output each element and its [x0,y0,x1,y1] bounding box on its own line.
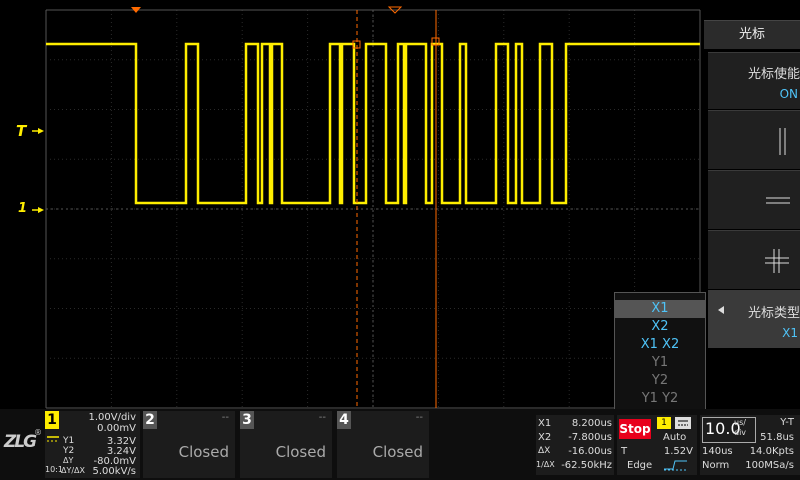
ch1-offset: 0.00mV [97,423,136,434]
trigger-level: 1.52V [663,446,693,457]
ch2-status: Closed [178,443,229,461]
ch4-vdiv: -- [415,412,423,423]
cursor-type-option-x1x2[interactable]: X1 X2 [615,336,705,354]
dc-coupling-icon [675,417,691,429]
display-mode: Y-T [780,417,794,428]
trigger-level-label: T [16,122,27,140]
ch4-number: 4 [337,411,351,429]
ch4-status: Closed [372,443,423,461]
cursor-inv-value: -62.50kHz [561,460,612,471]
trigger-delay: 140us [702,446,733,457]
trigger-level-arrow-icon [38,128,44,134]
dc-coupling-icon [47,436,59,442]
trigger-type: Edge [627,460,653,471]
ch1-dydx-value: 5.00kV/s [92,466,136,477]
cursor-x1-value: 8.200us [571,418,612,429]
ch2-number: 2 [143,411,157,429]
memory-depth: 14.0Kpts [749,446,794,457]
cursor-type-button[interactable]: 光标类型 X1 [708,290,800,348]
rising-edge-icon [664,460,688,471]
ch3-panel[interactable]: 3 -- Closed [240,411,332,478]
triangle-left-icon [718,306,724,314]
horizontal-cursor-button[interactable] [708,170,800,229]
trigger-panel[interactable]: Stop 1 Auto T 1.52V Edge [617,415,697,475]
cursor-type-option-y2[interactable]: Y2 [615,372,705,390]
cursor-readout-panel: X1 8.200us X2 -7.800us ΔX -16.00us 1/ΔX … [536,415,614,475]
ch1-number: 1 [45,411,59,429]
ch3-number: 3 [240,411,254,429]
cursor-enable-button[interactable]: 光标使能 ON [708,52,800,109]
cursor-type-option-x2[interactable]: X2 [615,318,705,336]
ch2-panel[interactable]: 2 -- Closed [143,411,235,478]
ch1-ground-label: 1 [18,201,28,216]
ch4-panel[interactable]: 4 -- Closed [337,411,429,478]
timebase-panel[interactable]: 10.0 us/ div Y-T 51.8us 140us 14.0Kpts N… [700,415,800,475]
trigger-mode: Auto [663,432,687,443]
cursor-enable-label: 光标使能 [747,67,800,82]
menu-title: 光标 [704,20,800,49]
cursor-type-option-x1[interactable]: X1 [615,300,705,318]
brand-logo: ZLG ® [4,428,42,452]
ch1-vdiv: 1.00V/div [88,412,136,423]
horizontal-position: 51.8us [760,432,794,443]
ch2-vdiv: -- [221,412,229,423]
cursor-type-option-y1[interactable]: Y1 [615,354,705,372]
cross-cursors-icon [765,249,789,273]
cursor-type-label: 光标类型 [747,306,800,321]
acquisition-mode: Norm [702,460,730,471]
ch1-ground-arrow-icon [38,207,44,213]
sample-rate: 100MSa/s [745,460,794,471]
cursor-dx-value: -16.00us [568,446,612,457]
cross-cursor-button[interactable] [708,230,800,289]
cursor-type-option-y1y2[interactable]: Y1 Y2 [615,390,705,408]
run-stop-status[interactable]: Stop [619,419,651,439]
ch3-status: Closed [275,443,326,461]
ch1-panel[interactable]: 1 1.00V/div 0.00mV Y1 3.32V Y2 3.24V ΔY … [45,411,140,478]
vertical-cursors-icon [779,128,786,155]
cursor-type-dropdown: X1 X2 X1 X2 Y1 Y2 Y1 Y2 [614,292,706,414]
cursor-enable-value: ON [779,87,798,101]
cursor-x2-value: -7.800us [568,432,612,443]
cursor-type-value: X1 [782,326,798,340]
vertical-cursor-button[interactable] [708,110,800,169]
trigger-source: 1 [657,417,671,429]
ch3-vdiv: -- [318,412,326,423]
horizontal-cursors-icon [766,197,790,204]
